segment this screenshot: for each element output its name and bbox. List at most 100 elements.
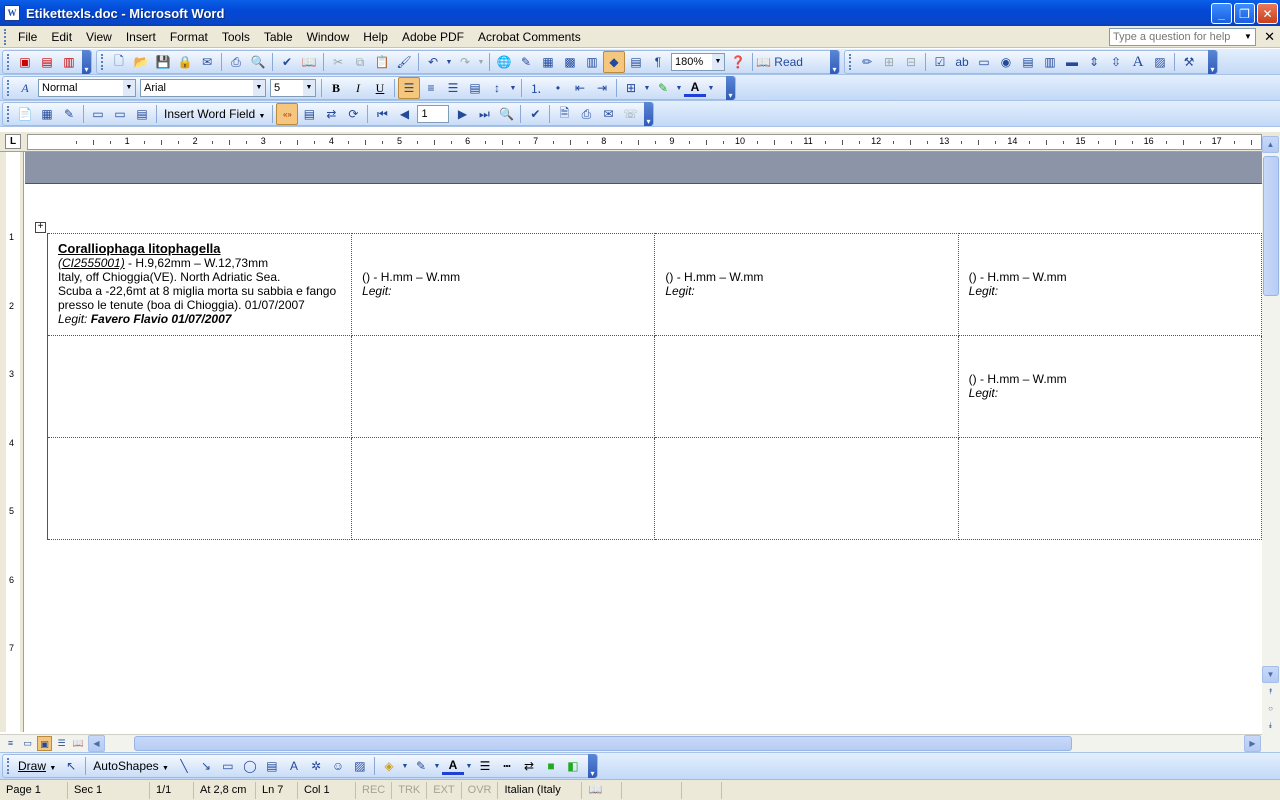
scroll-up-icon[interactable]: ▲ [1262, 136, 1279, 153]
dropdown-field-icon[interactable]: ▭ [973, 51, 995, 73]
menu-grip[interactable] [4, 28, 7, 45]
previous-record-icon[interactable]: ◀ [393, 103, 415, 125]
underline-icon[interactable]: U [369, 77, 391, 99]
menu-window[interactable]: Window [300, 27, 357, 47]
vertical-ruler[interactable]: 1 2 3 4 5 6 7 [0, 152, 24, 732]
label-cell[interactable] [46, 335, 353, 438]
propagate-labels-icon[interactable]: ⟳ [342, 103, 364, 125]
line-style-icon[interactable]: ☰ [474, 755, 496, 777]
text-field-icon[interactable]: ab [951, 51, 973, 73]
shadow-style-icon[interactable]: ■ [540, 755, 562, 777]
menu-view[interactable]: View [79, 27, 119, 47]
label-cell[interactable] [351, 437, 656, 540]
draw-menu-button[interactable]: Draw ▼ [14, 759, 60, 773]
status-section[interactable]: Sec 1 [68, 781, 150, 799]
merge-cells-icon[interactable]: ⊟ [900, 51, 922, 73]
menu-adobe-pdf[interactable]: Adobe PDF [395, 27, 471, 47]
chevron-down-icon[interactable]: ▼ [642, 77, 652, 99]
next-page-icon[interactable]: ⯯ [1262, 718, 1279, 735]
close-button[interactable]: ✕ [1257, 3, 1278, 24]
read-button[interactable]: 📖 Read [756, 51, 803, 73]
tools-icon[interactable]: ⚒ [1178, 51, 1200, 73]
diagram-icon[interactable]: ✲ [305, 755, 327, 777]
increase-indent-icon[interactable]: ⇥ [591, 77, 613, 99]
label-cell[interactable] [351, 335, 656, 438]
label-cell[interactable]: () - H.mm – W.mm Legit: [957, 335, 1262, 438]
toolbar-options-icon[interactable]: ▾ [1208, 50, 1217, 74]
status-page-count[interactable]: 1/1 [150, 781, 194, 799]
line-spacing-icon[interactable]: ↕ [486, 77, 508, 99]
menu-tools[interactable]: Tools [215, 27, 257, 47]
align-left-icon[interactable]: ☰ [398, 77, 420, 99]
document-map-icon[interactable]: ▤ [625, 51, 647, 73]
print-icon[interactable]: ⎙ [225, 51, 247, 73]
arrow-style-icon[interactable]: ⇄ [518, 755, 540, 777]
label-cell[interactable] [654, 437, 959, 540]
menu-insert[interactable]: Insert [119, 27, 163, 47]
label-cell[interactable]: () - H.mm – W.mm Legit: [957, 233, 1262, 336]
format-painter-icon[interactable]: 🖌 [393, 51, 415, 73]
hyperlink-icon[interactable]: 🌐 [493, 51, 515, 73]
toolbar-grip[interactable] [101, 54, 104, 70]
restore-button[interactable]: ❐ [1234, 3, 1255, 24]
insert-excel-icon[interactable]: ▩ [559, 51, 581, 73]
frame-icon[interactable]: ▥ [1039, 51, 1061, 73]
bullets-icon[interactable]: • [547, 77, 569, 99]
paste-icon[interactable]: 📋 [371, 51, 393, 73]
zoom-select[interactable]: 180% ▼ [671, 53, 725, 71]
select-objects-icon[interactable]: ↖ [60, 755, 82, 777]
open-folder-icon[interactable]: 📂 [130, 51, 152, 73]
new-document-icon[interactable]: 🗋 [108, 51, 130, 73]
toolbar-grip[interactable] [7, 758, 10, 774]
style-select[interactable]: Normal ▼ [38, 79, 136, 97]
highlight-merge-fields-icon[interactable]: ▤ [298, 103, 320, 125]
word-app-icon[interactable]: W [4, 5, 20, 21]
oval-icon[interactable]: ◯ [239, 755, 261, 777]
insert-word-field-button[interactable]: Insert Word Field ▼ [160, 107, 269, 121]
open-data-source-icon[interactable]: ▦ [36, 103, 58, 125]
arrow-icon[interactable]: ↘ [195, 755, 217, 777]
save-icon[interactable]: 💾 [152, 51, 174, 73]
toolbar-grip[interactable] [7, 80, 10, 96]
scroll-down-icon[interactable]: ▼ [1262, 666, 1279, 683]
chevron-down-icon[interactable]: ▼ [674, 77, 684, 99]
match-fields-icon[interactable]: ⇄ [320, 103, 342, 125]
merge-to-new-document-icon[interactable]: 🗎 [553, 103, 575, 125]
show-hide-icon[interactable]: ¶ [647, 51, 669, 73]
toolbar-options-icon[interactable]: ▾ [726, 76, 735, 100]
toolbar-options-icon[interactable]: ▾ [588, 754, 597, 778]
scroll-right-icon[interactable]: ▶ [1244, 735, 1261, 752]
insert-address-block-icon[interactable]: ▭ [87, 103, 109, 125]
minimize-button[interactable]: _ [1211, 3, 1232, 24]
record-number-input[interactable]: 1 [417, 105, 450, 123]
recipients-icon[interactable]: ✎ [58, 103, 80, 125]
spelling-status-icon[interactable]: 📖 [582, 781, 623, 799]
menu-file[interactable]: File [11, 27, 44, 47]
chevron-down-icon[interactable]: ▼ [712, 54, 724, 70]
scrollbar-control-icon[interactable]: ⇳ [1105, 51, 1127, 73]
menu-acrobat-comments[interactable]: Acrobat Comments [471, 27, 588, 47]
option-button-icon[interactable]: ◉ [995, 51, 1017, 73]
align-center-icon[interactable]: ≡ [420, 77, 442, 99]
merge-to-email-icon[interactable]: ✉ [597, 103, 619, 125]
next-record-icon[interactable]: ▶ [451, 103, 473, 125]
status-position[interactable]: At 2,8 cm [194, 781, 256, 799]
web-layout-icon[interactable]: ▭ [20, 736, 35, 751]
undo-icon[interactable]: ↶ [422, 51, 444, 73]
toolbar-grip[interactable] [849, 54, 852, 70]
horizontal-ruler[interactable]: L 1 2 3 4 5 6 7 8 9 10 11 12 13 14 15 16 17 [0, 132, 1280, 152]
drawing-icon[interactable]: ◆ [603, 51, 625, 73]
image-control-icon[interactable]: ▨ [1149, 51, 1171, 73]
insert-picture-icon[interactable]: ▨ [349, 755, 371, 777]
insert-merge-fields-icon[interactable]: ▤ [131, 103, 153, 125]
print-layout-icon[interactable]: ▣ [37, 736, 52, 751]
merge-to-printer-icon[interactable]: ⎙ [575, 103, 597, 125]
dash-style-icon[interactable]: ┅ [496, 755, 518, 777]
chevron-down-icon[interactable]: ▼ [476, 51, 486, 73]
draw-table-icon[interactable]: ✏ [856, 51, 878, 73]
decrease-indent-icon[interactable]: ⇤ [569, 77, 591, 99]
toolbar-options-icon[interactable]: ▾ [644, 102, 653, 126]
font-color-icon[interactable]: A [441, 757, 464, 775]
align-right-icon[interactable]: ☰ [442, 77, 464, 99]
chevron-down-icon[interactable]: ▼ [1241, 29, 1255, 45]
